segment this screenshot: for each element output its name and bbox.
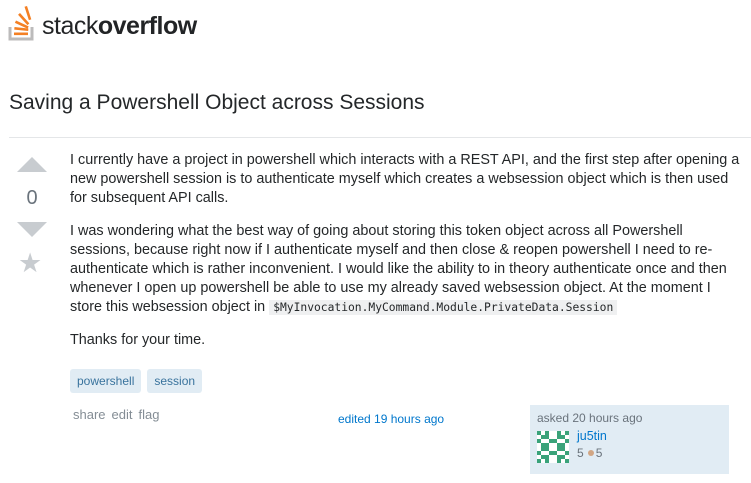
edited-timestamp-link[interactable]: edited 19 hours ago: [338, 412, 444, 426]
reputation-score: 5: [577, 446, 584, 460]
asked-timestamp: asked 20 hours ago: [537, 411, 643, 425]
question-body: I currently have a project in powershell…: [70, 151, 740, 364]
title-divider: [9, 137, 751, 138]
site-logo[interactable]: stackoverflow: [8, 3, 197, 41]
avatar[interactable]: [537, 431, 569, 463]
downvote-arrow-icon[interactable]: [17, 222, 47, 237]
star-icon[interactable]: ★: [18, 250, 42, 277]
flag-link[interactable]: flag: [139, 407, 160, 422]
bronze-badge-icon: [587, 450, 594, 457]
bronze-badge-count: 5: [595, 446, 603, 460]
logo-text-overflow: overflow: [97, 12, 197, 40]
user-stats: 55: [577, 446, 607, 460]
inline-code: $MyInvocation.MyCommand.Module.PrivateDa…: [269, 300, 618, 315]
stack-overflow-logo-icon: [8, 6, 34, 41]
user-row: ju5tin 55: [537, 429, 722, 463]
logo-text-stack: stack: [42, 12, 98, 40]
owner-card: asked 20 hours ago ju5tin 55: [530, 405, 729, 474]
user-details: ju5tin 55: [577, 429, 607, 463]
tag-list: powershell session: [70, 369, 203, 393]
edit-link[interactable]: edit: [112, 407, 133, 422]
user-name-link[interactable]: ju5tin: [577, 429, 607, 443]
vote-count: 0: [26, 187, 38, 209]
post-menu: share edit flag: [73, 407, 159, 422]
tag-session[interactable]: session: [147, 369, 203, 393]
logo-wordmark: stackoverflow: [42, 14, 197, 39]
question-title[interactable]: Saving a Powershell Object across Sessio…: [9, 91, 425, 115]
share-link[interactable]: share: [73, 407, 106, 422]
upvote-arrow-icon[interactable]: [17, 157, 47, 172]
body-paragraph-1: I currently have a project in powershell…: [70, 152, 740, 206]
body-paragraph-2: I was wondering what the best way of goi…: [70, 222, 740, 317]
tag-powershell[interactable]: powershell: [70, 369, 142, 393]
body-paragraph-3: Thanks for your time.: [70, 332, 206, 348]
